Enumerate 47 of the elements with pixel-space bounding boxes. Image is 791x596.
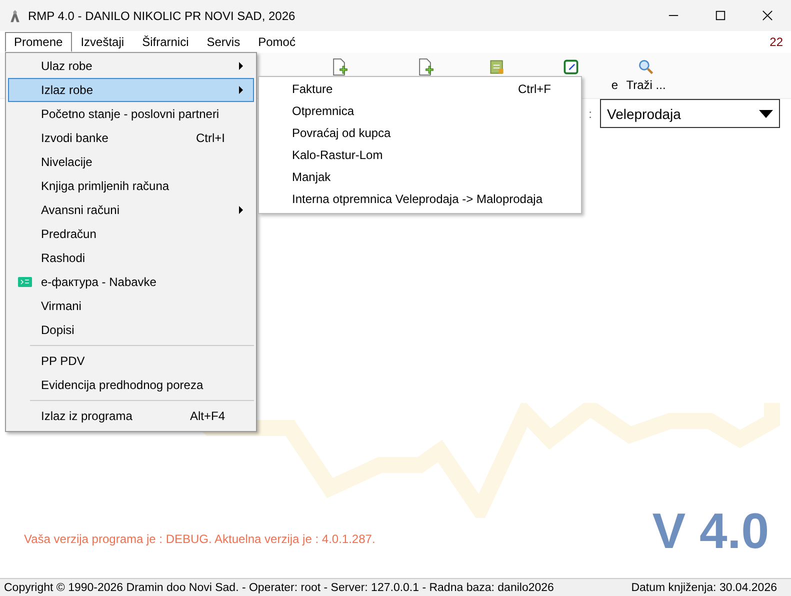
menu-item[interactable]: Predračun: [8, 222, 254, 246]
menu-item[interactable]: Knjiga primljenih računa: [8, 174, 254, 198]
menu-item[interactable]: Fakture Ctrl+F: [259, 78, 581, 100]
new-document-icon[interactable]: [416, 58, 434, 76]
submenu-arrow-icon: [239, 62, 243, 70]
menu-item[interactable]: Interna otpremnica Veleprodaja -> Maloprodaja: [259, 188, 581, 210]
submenu-arrow-icon: [239, 206, 243, 214]
counter: 22: [770, 35, 783, 49]
menu-item[interactable]: Izvodi banke Ctrl+I: [8, 126, 254, 150]
menu-item[interactable]: Kalo-Rastur-Lom: [259, 144, 581, 166]
menu-item[interactable]: Početno stanje - poslovni partneri: [8, 102, 254, 126]
new-document-icon[interactable]: [330, 58, 348, 76]
menu-item[interactable]: е-фактура - Nabavke: [8, 270, 254, 294]
menu-item[interactable]: Izlaz iz programa Alt+F4: [8, 404, 254, 428]
version-notice: Vaša verzija programa je : DEBUG. Aktuelna verzija je : 4.0.1.287.: [24, 532, 376, 546]
menu-item[interactable]: Nivelacije: [8, 150, 254, 174]
menu-item[interactable]: Rashodi: [8, 246, 254, 270]
version-label: V 4.0: [652, 502, 769, 560]
search-icon[interactable]: [637, 58, 655, 76]
toolbar-label: e: [611, 78, 618, 92]
menu-item[interactable]: Dopisi: [8, 318, 254, 342]
submenu-arrow-icon: [239, 86, 243, 94]
menu-item[interactable]: Avansni računi: [8, 198, 254, 222]
menu-item[interactable]: Povraćaj od kupca: [259, 122, 581, 144]
menu-item[interactable]: Virmani: [8, 294, 254, 318]
edit-icon[interactable]: [562, 58, 580, 76]
search-label[interactable]: Traži ...: [626, 78, 666, 92]
menu-bar-item[interactable]: Promene: [5, 32, 72, 52]
menu-item[interactable]: Izlaz robe: [8, 78, 254, 102]
menu-bar-item[interactable]: Pomoć: [249, 32, 304, 52]
spreadsheet-icon[interactable]: [488, 58, 506, 76]
menu-bar-item[interactable]: Servis: [198, 32, 250, 52]
menu-item[interactable]: Ulaz robe: [8, 54, 254, 78]
posting-date: Datum knjiženja: 30.04.2026: [631, 582, 777, 594]
filter-label: :: [588, 106, 592, 120]
menu-bar-item[interactable]: Izveštaji: [72, 32, 134, 52]
menu-item[interactable]: Evidencija predhodnog poreza: [8, 373, 254, 397]
status-text: Copyright © 1990-2026 Dramin doo Novi Sad. - Operater: root - Server: 127.0.0.1 - Radna baza: danilo2026: [4, 582, 554, 594]
warehouse-dropdown[interactable]: Veleprodaja: [600, 99, 780, 128]
menu-item[interactable]: Otpremnica: [259, 100, 581, 122]
app-logo-icon: [8, 8, 22, 24]
caret-icon: [759, 110, 773, 118]
menu-item[interactable]: Manjak: [259, 166, 581, 188]
menu-bar-item[interactable]: Šifrarnici: [133, 32, 198, 52]
window-title: RMP 4.0 - DANILO NIKOLIC PR NOVI SAD, 2026: [28, 8, 296, 22]
invoice-icon: [18, 277, 32, 287]
menu-item[interactable]: PP PDV: [8, 349, 254, 373]
